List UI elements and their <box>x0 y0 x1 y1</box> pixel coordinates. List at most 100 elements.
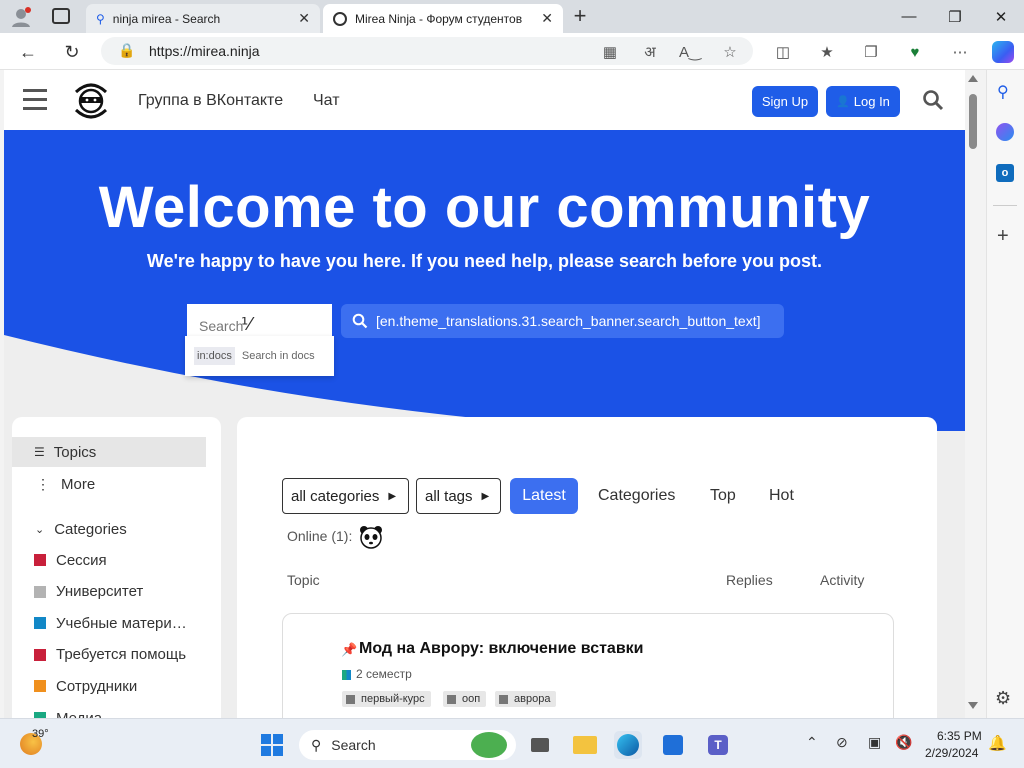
volume-muted-icon[interactable]: 🔇 <box>895 734 912 751</box>
refresh-button[interactable]: ↻ <box>57 37 87 67</box>
sidebar-category-item[interactable]: Сотрудники <box>12 671 206 701</box>
new-tab-button[interactable]: + <box>568 3 592 29</box>
task-view-icon[interactable] <box>526 731 554 759</box>
weather-temperature[interactable]: 39° <box>32 728 49 740</box>
nav-link-chat[interactable]: Чат <box>313 92 340 110</box>
read-aloud-icon[interactable]: A‿ <box>679 42 701 62</box>
category-color-swatch <box>34 680 46 693</box>
copilot-icon[interactable] <box>992 41 1014 63</box>
sidebar-category-item[interactable]: Учебные матери… <box>12 608 206 638</box>
tag-aurora[interactable]: аврора <box>495 691 557 707</box>
teams-icon[interactable]: T <box>704 731 732 759</box>
scrollbar-thumb[interactable] <box>969 94 977 149</box>
tab-mirea-ninja[interactable]: Mirea Ninja - Форум студентов ✕ <box>323 4 563 33</box>
display-icon[interactable]: ▣ <box>868 734 881 751</box>
category-color-swatch <box>34 554 46 566</box>
more-menu-icon[interactable]: ⋯ <box>950 42 970 62</box>
scroll-down-arrow[interactable] <box>968 702 978 709</box>
notification-bell-icon[interactable]: 🔔 <box>988 734 1007 752</box>
collections-icon[interactable]: ❐ <box>861 42 881 62</box>
back-button[interactable]: ← <box>13 37 43 67</box>
translate-icon[interactable]: अ <box>640 42 660 62</box>
sidebar-divider <box>993 205 1017 206</box>
windows-start-icon[interactable] <box>258 731 286 759</box>
favorites-icon[interactable]: ★ <box>817 42 837 62</box>
header-search-icon[interactable] <box>922 89 944 111</box>
profile-icon[interactable] <box>10 6 32 28</box>
outlook-icon[interactable]: o <box>996 164 1014 182</box>
page-scrollbar[interactable] <box>965 70 981 718</box>
tab-latest[interactable]: Latest <box>510 478 578 514</box>
copilot-sidebar-icon[interactable] <box>996 123 1014 141</box>
chevron-down-icon: ⌄ <box>35 523 45 536</box>
caret-right-icon: ▶ <box>388 490 397 502</box>
topic-tags: первый-курс ооп аврора <box>342 691 742 709</box>
tab-actions-icon[interactable] <box>52 8 70 24</box>
topic-title[interactable]: Мод на Аврору: включение вставки <box>359 640 644 658</box>
microsoft-store-icon[interactable] <box>659 731 687 759</box>
tab-hot[interactable]: Hot <box>769 478 794 514</box>
topic-card[interactable]: 📌 Мод на Аврору: включение вставки 2 сем… <box>282 613 894 718</box>
browser-tab-strip: ⚲ ninja mirea - Search ✕ Mirea Ninja - Ф… <box>0 0 1024 33</box>
performance-icon[interactable]: ♥ <box>905 42 925 62</box>
scroll-up-arrow[interactable] <box>968 75 978 82</box>
sign-up-button[interactable]: Sign Up <box>752 86 818 117</box>
add-sidebar-app-icon[interactable]: + <box>997 225 1009 248</box>
column-header-replies[interactable]: Replies <box>726 572 773 588</box>
sidebar-item-more[interactable]: ⋮ More <box>12 469 206 499</box>
tab-top[interactable]: Top <box>710 478 736 514</box>
file-explorer-icon[interactable] <box>571 731 599 759</box>
column-header-activity[interactable]: Activity <box>820 572 864 588</box>
suggestion-tag: in:docs <box>194 347 235 365</box>
favorite-star-icon[interactable]: ☆ <box>720 42 740 62</box>
category-color-swatch <box>34 585 46 598</box>
settings-gear-icon[interactable]: ⚙ <box>995 688 1011 709</box>
search-button[interactable]: [en.theme_translations.31.search_banner.… <box>341 304 784 338</box>
online-users-label: Online (1): <box>287 528 353 544</box>
nav-link-vk-group[interactable]: Группа в ВКонтакте <box>138 92 283 110</box>
url-text: https://mirea.ninja <box>149 43 260 59</box>
sidebar-category-item[interactable]: Сессия <box>12 545 206 575</box>
apps-icon[interactable]: ▦ <box>600 42 620 62</box>
lock-icon[interactable]: 🔒 <box>118 42 135 59</box>
show-hidden-icons-chevron[interactable]: ⌃ <box>806 734 818 751</box>
topic-category[interactable]: 2 семестр <box>356 667 412 681</box>
network-icon[interactable]: ⊘ <box>836 734 848 751</box>
all-categories-dropdown[interactable]: all categories ▶ <box>282 478 409 514</box>
sidebar-category-item[interactable]: Требуется помощь <box>12 640 206 670</box>
taskbar-search-label: Search <box>331 737 376 753</box>
address-toolbar: ← ↻ 🔒 https://mirea.ninja ▦ अ A‿ ☆ ◫ ★ ❐… <box>0 33 1024 70</box>
search-icon <box>352 313 368 329</box>
sidebar-item-topics[interactable]: ☰ Topics <box>12 437 206 467</box>
panda-avatar[interactable] <box>359 525 383 549</box>
log-in-button[interactable]: 👤 Log In <box>826 86 900 117</box>
site-logo[interactable] <box>68 80 114 122</box>
edge-browser-icon[interactable] <box>614 731 642 759</box>
search-icon[interactable]: ⚲ <box>997 82 1009 102</box>
welcome-banner: Welcome to our community We're happy to … <box>4 130 965 431</box>
tag-first-year[interactable]: первый-курс <box>342 691 431 707</box>
clock-time[interactable]: 6:35 PM <box>937 729 982 743</box>
tab-search[interactable]: ⚲ ninja mirea - Search ✕ <box>86 4 320 33</box>
hamburger-menu-icon[interactable] <box>23 89 47 110</box>
sidebar-category-item[interactable]: Университет <box>12 577 206 607</box>
all-tags-dropdown[interactable]: all tags ▶ <box>416 478 501 514</box>
close-window-button[interactable]: ✕ <box>978 0 1024 33</box>
restore-button[interactable]: ❐ <box>932 0 978 33</box>
split-screen-icon[interactable]: ◫ <box>773 42 793 62</box>
search-button-label: [en.theme_translations.31.search_banner.… <box>376 313 761 329</box>
category-badge-icon <box>342 670 351 680</box>
sidebar-categories-header[interactable]: ⌄ Categories <box>12 514 206 544</box>
close-tab-icon[interactable]: ✕ <box>298 10 310 27</box>
tab-title: Mirea Ninja - Форум студентов <box>355 11 523 26</box>
minimize-button[interactable]: — <box>886 0 932 33</box>
close-tab-icon[interactable]: ✕ <box>541 10 553 27</box>
column-header-topic[interactable]: Topic <box>287 572 320 588</box>
tag-oop[interactable]: ооп <box>443 691 487 707</box>
clock-date[interactable]: 2/29/2024 <box>925 746 978 760</box>
taskbar-search-box[interactable]: ⚲ Search <box>299 730 516 760</box>
search-suggestion-dropdown[interactable]: in:docs Search in docs <box>185 336 334 376</box>
sidebar-category-item[interactable]: Медиа <box>12 703 206 718</box>
category-label: Сессия <box>56 551 107 569</box>
tab-categories[interactable]: Categories <box>598 478 675 514</box>
